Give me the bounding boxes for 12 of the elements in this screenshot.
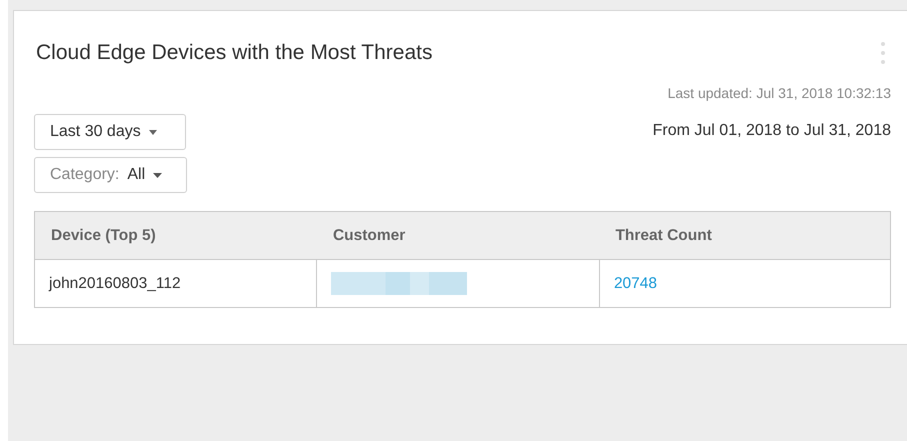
column-header: Customer xyxy=(316,212,600,260)
column-header: Device (Top 5) xyxy=(34,212,317,260)
table-cell: john20160803_112 xyxy=(34,260,317,308)
caret-icon xyxy=(148,130,157,134)
more-menu-icon[interactable] xyxy=(881,41,885,65)
widget-title: Cloud Edge Devices with the Most Threats xyxy=(36,41,432,65)
date-range: From Jul 01, 2018 to Jul 31, 2018 xyxy=(652,122,891,140)
last-updated: Last updated: Jul 31, 2018 10:32:13 xyxy=(668,85,891,101)
category-dropdown[interactable]: Category: All xyxy=(34,157,187,193)
period-dropdown[interactable]: Last 30 days xyxy=(34,114,186,150)
caret-icon xyxy=(153,172,162,178)
column-header: Threat Count xyxy=(599,212,890,260)
